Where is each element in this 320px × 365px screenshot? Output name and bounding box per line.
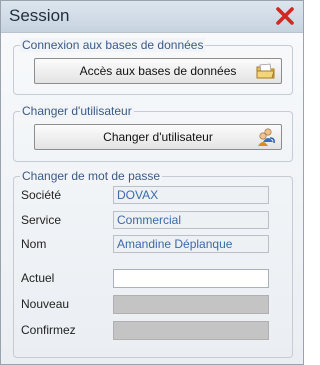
users-icon [258,128,275,146]
current-password-label: Actuel [21,271,55,285]
name-label: Nom [21,237,47,251]
close-icon[interactable] [275,6,295,26]
change-user-button[interactable]: Changer d'utilisateur [34,124,282,150]
service-label: Service [21,213,62,227]
session-window: Session Connexion aux bases de données A… [0,0,304,365]
password-group-label: Changer de mot de passe [20,169,163,183]
company-field: DOVAX [113,186,269,204]
current-password-input[interactable] [113,269,269,288]
service-field: Commercial [113,211,269,229]
session-body: Connexion aux bases de données Accès aux… [1,33,303,364]
confirm-password-label: Confirmez [21,323,76,337]
company-label: Société [21,188,62,202]
databases-group: Connexion aux bases de données Accès aux… [13,38,293,95]
window-title: Session [9,6,70,25]
name-field: Amandine Déplanque [113,235,269,253]
databases-button[interactable]: Accès aux bases de données [34,58,282,84]
confirm-password-input [113,321,269,340]
new-password-input [113,295,269,314]
title-bar: Session [1,1,303,33]
folder-icon [256,63,275,79]
databases-button-label: Accès aux bases de données [79,64,237,78]
user-group: Changer d'utilisateur Changer d'utilisat… [13,104,293,162]
new-password-label: Nouveau [21,297,70,311]
user-group-label: Changer d'utilisateur [20,104,134,118]
change-user-button-label: Changer d'utilisateur [103,130,213,144]
databases-group-label: Connexion aux bases de données [20,38,206,52]
